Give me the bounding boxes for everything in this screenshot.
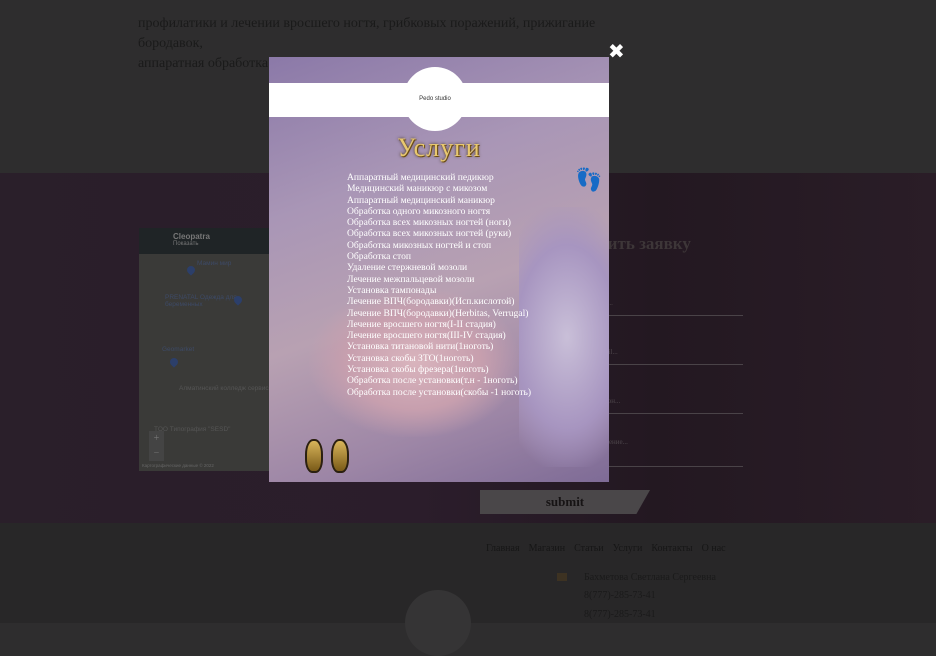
map-sub[interactable]: Показать [173, 241, 274, 247]
service-item: Лечение вросшего ногтя(III-IV стадия) [347, 330, 506, 342]
footer-nav: Главная Магазин Статьи Услуги Контакты О… [486, 543, 726, 554]
map-label: TOO Типография "SESD" [154, 426, 231, 433]
service-item: Обработка после установки(скобы -1 ногот… [347, 386, 532, 398]
logo-text: Pedo studio [419, 96, 451, 102]
name-field[interactable]: мя... [600, 299, 743, 316]
service-item: Установка скобы ЗТО(1ноготь) [347, 352, 474, 364]
service-item: Лечение вросшего ногтя(I-II стадия) [347, 318, 496, 330]
phone-field[interactable]: ефон... [600, 397, 743, 414]
nav-contacts[interactable]: Контакты [651, 543, 692, 554]
nav-articles[interactable]: Статьи [574, 543, 604, 554]
person-icon [557, 573, 567, 581]
service-item: Обработка всех микозных ногтей (ноги) [347, 217, 511, 229]
nav-services[interactable]: Услуги [613, 543, 643, 554]
service-item: Аппаратный медицинский педикюр [347, 172, 494, 183]
map-place: Cleopatra [173, 232, 210, 241]
footer-logo [405, 590, 471, 656]
map-label: Алматинский колледж сервиса [179, 385, 273, 392]
zoom-out-button[interactable]: − [149, 446, 164, 461]
map[interactable]: Cleopatra Показать Мамин мир PRENATAL Оде… [139, 228, 274, 471]
map-label: PRENATAL Одежда для беременных [165, 294, 237, 308]
map-header: Cleopatra Показать [139, 228, 274, 254]
contact-phone: 8(777)-285-73-41 [584, 609, 656, 620]
map-label: Мамин мир [197, 260, 232, 267]
service-item: Аппаратный медицинский маникюр [347, 194, 495, 206]
background-glove [519, 207, 609, 467]
email-field[interactable]: mail... [600, 348, 743, 365]
map-pin-icon[interactable] [185, 264, 197, 276]
submit-button[interactable]: submit [480, 490, 650, 514]
service-item: Установка титановой нити(1ноготь) [347, 341, 494, 353]
service-item: Удаление стержневой мозоли [347, 262, 468, 274]
service-item: Лечение ВПЧ(бородавки)(Исп.кислотой) [347, 296, 515, 308]
nav-about[interactable]: О нас [702, 543, 726, 554]
zoom-in-button[interactable]: + [149, 431, 164, 446]
map-pin-icon[interactable] [168, 356, 180, 368]
modal-title: Услуги [397, 133, 481, 162]
gold-feet-icon [305, 439, 349, 473]
service-item: Установка скобы фрезера(1ноготь) [347, 364, 489, 376]
footprints-icon: 👣 [575, 167, 603, 192]
intro-line: профилатики и лечении вросшего ногтя, гр… [138, 16, 596, 51]
service-item: Обработка после установки(т.н - 1ноготь) [347, 375, 518, 387]
map-label: Geomarket [162, 346, 195, 353]
service-item: Обработка одного микозного ногтя [347, 205, 491, 217]
services-modal: Pedo studio Услуги Аппаратный медицински… [269, 57, 609, 482]
service-item: Обработка всех микозных ногтей (руки) [347, 228, 512, 240]
contact-phone: 8(777)-285-73-41 [584, 590, 656, 601]
service-item: Обработка стоп [347, 251, 412, 263]
service-item: Обработка микозных ногтей и стоп [347, 239, 492, 251]
map-attribution: Картографические данные © 2022 [142, 463, 214, 468]
nav-home[interactable]: Главная [486, 543, 520, 554]
message-field[interactable]: бщение... [600, 438, 743, 467]
nav-shop[interactable]: Магазин [529, 543, 566, 554]
service-item: Лечение ВПЧ(бородавки)(Herbitas, Verruga… [347, 307, 529, 319]
service-item: Медицинский маникюр с микозом [347, 183, 488, 195]
footer [0, 523, 936, 623]
close-modal-button[interactable]: ✖ [608, 39, 625, 63]
services-list: Аппаратный медицинский педикюр Медицински… [347, 172, 531, 398]
studio-logo: Pedo studio [403, 67, 467, 131]
contact-name: Бахметова Светлана Сергеевна [584, 572, 716, 583]
service-item: Лечение межпальцевой мозоли [347, 273, 475, 285]
map-zoom-control[interactable]: + − [149, 431, 164, 461]
service-item: Установка тампонады [347, 284, 437, 296]
